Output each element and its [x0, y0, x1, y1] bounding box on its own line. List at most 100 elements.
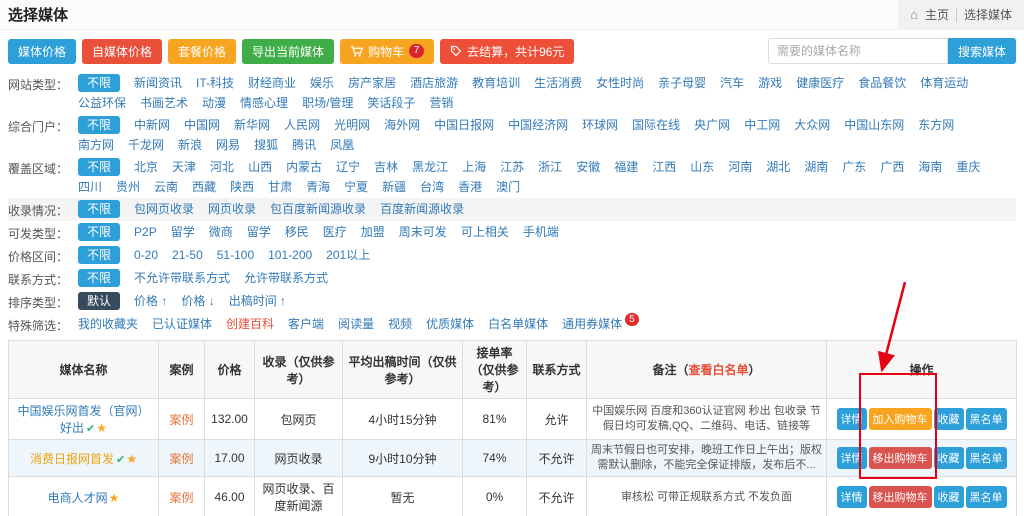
filter-option[interactable]: 我的收藏夹 [78, 315, 138, 333]
search-input[interactable] [768, 38, 948, 64]
filter-option[interactable]: 通用券媒体 [562, 315, 622, 333]
favorite-button[interactable]: 收藏 [934, 408, 964, 430]
filter-option[interactable]: 财经商业 [248, 74, 296, 92]
filter-option[interactable]: 加盟 [361, 223, 385, 241]
filter-option[interactable]: 光明网 [334, 116, 370, 134]
filter-option[interactable]: 海外网 [384, 116, 420, 134]
filter-option[interactable]: 包百度新闻源收录 [270, 200, 366, 218]
filter-option[interactable]: 东方网 [918, 116, 954, 134]
remove-from-cart-button[interactable]: 移出购物车 [869, 447, 932, 469]
filter-option[interactable]: 汽车 [720, 74, 744, 92]
blacklist-button[interactable]: 黑名单 [966, 486, 1007, 508]
filter-option[interactable]: 西藏 [192, 178, 216, 196]
filter-option[interactable]: 情感心理 [240, 94, 288, 112]
filter-option[interactable]: 白名单媒体 [488, 315, 548, 333]
filter-option[interactable]: 51-100 [217, 246, 254, 264]
filter-option[interactable]: 亲子母婴 [658, 74, 706, 92]
filter-option[interactable]: 海南 [918, 158, 942, 176]
filter-option[interactable]: 辽宁 [336, 158, 360, 176]
filter-option[interactable]: 江西 [652, 158, 676, 176]
remove-from-cart-button[interactable]: 移出购物车 [869, 486, 932, 508]
filter-option[interactable]: 生活消费 [534, 74, 582, 92]
filter-option[interactable]: 娱乐 [310, 74, 334, 92]
filter-option[interactable]: 21-50 [172, 246, 203, 264]
filter-option[interactable]: 女性时尚 [596, 74, 644, 92]
filter-option[interactable]: 北京 [134, 158, 158, 176]
filter-option[interactable]: 食品餐饮 [858, 74, 906, 92]
filter-option[interactable]: 中国经济网 [508, 116, 568, 134]
filter-option[interactable]: 笑话段子 [367, 94, 415, 112]
filter-option[interactable]: 澳门 [496, 178, 520, 196]
media-price-button[interactable]: 媒体价格 [8, 39, 76, 64]
filter-option[interactable]: 千龙网 [128, 136, 164, 154]
filter-option[interactable]: 贵州 [116, 178, 140, 196]
filter-option[interactable]: 南方网 [78, 136, 114, 154]
media-name-link[interactable]: 消费日报网首发 [30, 452, 114, 466]
filter-option[interactable]: 中国日报网 [434, 116, 494, 134]
filter-selected-chip[interactable]: 不限 [78, 74, 120, 92]
filter-option[interactable]: 允许带联系方式 [244, 269, 328, 287]
filter-option[interactable]: 包网页收录 [134, 200, 194, 218]
filter-option[interactable]: 101-200 [268, 246, 312, 264]
filter-option[interactable]: 中国网 [184, 116, 220, 134]
filter-selected-chip[interactable]: 不限 [78, 200, 120, 218]
cart-button[interactable]: 购物车7 [340, 39, 434, 64]
home-link[interactable]: 主页 [925, 6, 949, 23]
filter-option[interactable]: 浙江 [538, 158, 562, 176]
filter-option[interactable]: 广西 [880, 158, 904, 176]
filter-option[interactable]: 游戏 [758, 74, 782, 92]
filter-option[interactable]: 安徽 [576, 158, 600, 176]
filter-option[interactable]: 创建百科 [226, 315, 274, 333]
filter-option[interactable]: 人民网 [284, 116, 320, 134]
filter-option[interactable]: 湖北 [766, 158, 790, 176]
filter-option[interactable]: 内蒙古 [286, 158, 322, 176]
filter-option[interactable]: 黑龙江 [412, 158, 448, 176]
blacklist-button[interactable]: 黑名单 [966, 408, 1007, 430]
filter-option[interactable]: 网易 [216, 136, 240, 154]
case-link[interactable]: 案例 [169, 413, 193, 427]
filter-option[interactable]: 新浪 [178, 136, 202, 154]
filter-option[interactable]: 视频 [388, 315, 412, 333]
filter-option[interactable]: 吉林 [374, 158, 398, 176]
filter-selected-chip[interactable]: 不限 [78, 158, 120, 176]
filter-option[interactable]: P2P [134, 223, 157, 241]
filter-option[interactable]: 大众网 [794, 116, 830, 134]
filter-option[interactable]: 房产家居 [348, 74, 396, 92]
view-whitelist-link[interactable]: 查看白名单 [688, 363, 748, 377]
filter-selected-chip[interactable]: 默认 [78, 292, 120, 310]
package-price-button[interactable]: 套餐价格 [168, 39, 236, 64]
filter-option[interactable]: 新闻资讯 [134, 74, 182, 92]
media-name-link[interactable]: 中国娱乐网首发（官网）好出 [17, 404, 149, 435]
filter-option[interactable]: 甘肃 [268, 178, 292, 196]
filter-option[interactable]: 云南 [154, 178, 178, 196]
filter-option[interactable]: 河北 [210, 158, 234, 176]
filter-option[interactable]: 香港 [458, 178, 482, 196]
checkout-button[interactable]: 去结算，共计96元 [440, 39, 574, 64]
filter-option[interactable]: 宁夏 [344, 178, 368, 196]
filter-option[interactable]: 留学 [247, 223, 271, 241]
export-current-media-button[interactable]: 导出当前媒体 [242, 39, 334, 64]
filter-option[interactable]: 留学 [171, 223, 195, 241]
detail-button[interactable]: 详情 [837, 447, 867, 469]
favorite-button[interactable]: 收藏 [934, 486, 964, 508]
filter-option[interactable]: 营销 [429, 94, 453, 112]
filter-option[interactable]: 青海 [306, 178, 330, 196]
filter-option[interactable]: 央广网 [694, 116, 730, 134]
current-tab-link[interactable]: 选择媒体 [964, 6, 1012, 23]
filter-selected-chip[interactable]: 不限 [78, 116, 120, 134]
filter-option[interactable]: 体育运动 [920, 74, 968, 92]
filter-option[interactable]: 医疗 [323, 223, 347, 241]
filter-option[interactable]: 不允许带联系方式 [134, 269, 230, 287]
filter-option[interactable]: 周末可发 [399, 223, 447, 241]
filter-option[interactable]: 山西 [248, 158, 272, 176]
filter-option[interactable]: 中工网 [744, 116, 780, 134]
filter-option[interactable]: 百度新闻源收录 [380, 200, 464, 218]
filter-option[interactable]: 书画艺术 [140, 94, 188, 112]
filter-option[interactable]: 广东 [842, 158, 866, 176]
filter-option[interactable]: 教育培训 [472, 74, 520, 92]
filter-option[interactable]: 重庆 [956, 158, 980, 176]
filter-option[interactable]: 环球网 [582, 116, 618, 134]
filter-option[interactable]: 201以上 [326, 246, 370, 264]
filter-option[interactable]: 优质媒体 [426, 315, 474, 333]
filter-option[interactable]: 搜狐 [254, 136, 278, 154]
